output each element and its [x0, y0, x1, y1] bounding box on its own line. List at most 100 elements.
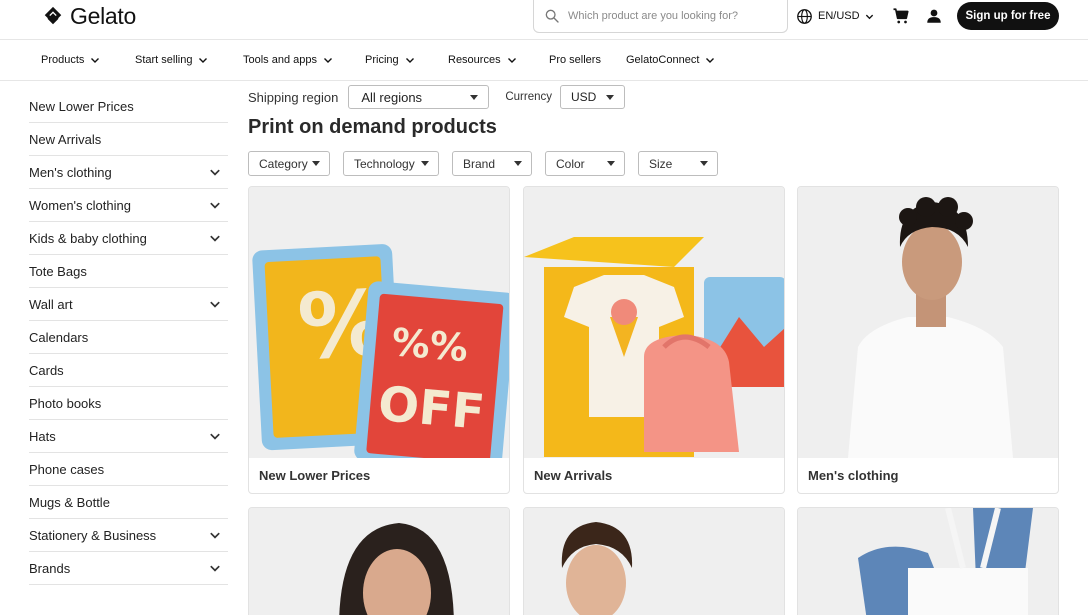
logo-text: Gelato	[70, 2, 136, 29]
caret-down-icon	[421, 161, 429, 166]
nav-item-label: Resources	[448, 54, 501, 66]
shipping-region-select[interactable]: All regions	[348, 85, 490, 109]
logo[interactable]: Gelato	[42, 2, 136, 29]
filter-label: Brand	[463, 156, 496, 171]
sidebar-item-new-lower-prices[interactable]: New Lower Prices	[29, 90, 228, 123]
product-card-new-lower-prices[interactable]: % %% OFF New Lower Prices	[248, 186, 510, 494]
top-bar: Gelato EN/USD Sign up for free	[0, 0, 1088, 40]
sidebar-item-label: Cards	[29, 362, 64, 378]
sidebar-item-hats[interactable]: Hats	[29, 420, 228, 453]
nav-item-start-selling[interactable]: Start selling	[135, 52, 208, 68]
nav-item-label: Pro sellers	[549, 54, 601, 66]
sidebar-item-new-arrivals[interactable]: New Arrivals	[29, 123, 228, 156]
filter-color[interactable]: Color	[545, 151, 625, 176]
globe-icon	[797, 8, 812, 24]
sale-frames-image: % %% OFF	[249, 187, 509, 458]
sidebar-item-photo-books[interactable]: Photo books	[29, 387, 228, 420]
sidebar-item-label: Mugs & Bottle	[29, 494, 110, 510]
search-icon	[545, 9, 559, 23]
sidebar-item-label: New Lower Prices	[29, 98, 134, 114]
sidebar-item-label: Brands	[29, 560, 71, 576]
currency-select[interactable]: USD	[560, 85, 626, 109]
svg-text:OFF: OFF	[376, 376, 487, 441]
sidebar-item-label: Phone cases	[29, 461, 105, 477]
caret-down-icon	[312, 161, 320, 166]
sidebar-item-stationery-business[interactable]: Stationery & Business	[29, 519, 228, 552]
language-selector[interactable]: EN/USD	[796, 6, 874, 26]
language-label: EN/USD	[818, 10, 860, 22]
chevron-down-icon	[324, 58, 332, 63]
sidebar-item-label: Photo books	[29, 395, 102, 411]
sidebar-item-mens-clothing[interactable]: Men's clothing	[29, 156, 228, 189]
sidebar-item-phone-cases[interactable]: Phone cases	[29, 453, 228, 486]
chevron-down-icon[interactable]	[209, 199, 221, 211]
filter-label: Color	[556, 156, 585, 171]
man-tshirt-image	[798, 187, 1058, 458]
sidebar-item-brands[interactable]: Brands	[29, 552, 228, 585]
card-caption: Men's clothing	[808, 468, 899, 483]
search-box[interactable]	[533, 0, 788, 33]
cart-icon[interactable]	[892, 7, 910, 25]
category-sidebar: New Lower Prices New Arrivals Men's clot…	[29, 90, 228, 585]
nav-item-pro-sellers[interactable]: Pro sellers	[549, 52, 601, 68]
search-input[interactable]	[568, 10, 768, 22]
shipping-region-label: Shipping region	[248, 89, 339, 105]
nav-item-label: Tools and apps	[243, 54, 317, 66]
card-caption: New Lower Prices	[259, 468, 371, 483]
chevron-down-icon[interactable]	[209, 562, 221, 574]
sidebar-item-mugs-bottle[interactable]: Mugs & Bottle	[29, 486, 228, 519]
caret-down-icon	[514, 161, 522, 166]
main-nav: Products Start selling Tools and apps Pr…	[0, 40, 1088, 81]
product-card-womens[interactable]	[248, 507, 510, 615]
filter-label: Category	[259, 156, 308, 171]
nav-item-products[interactable]: Products	[41, 52, 100, 68]
sidebar-item-label: Tote Bags	[29, 263, 87, 279]
sidebar-item-label: Stationery & Business	[29, 527, 157, 543]
chevron-down-icon	[865, 14, 873, 19]
chevron-down-icon	[507, 58, 516, 63]
nav-item-label: Pricing	[365, 54, 399, 66]
card-caption: New Arrivals	[534, 468, 613, 483]
sidebar-item-wall-art[interactable]: Wall art	[29, 288, 228, 321]
chevron-down-icon[interactable]	[209, 232, 221, 244]
box-apparel-image	[524, 187, 784, 458]
sidebar-item-label: Men's clothing	[29, 164, 112, 180]
product-card-new-arrivals[interactable]: New Arrivals	[523, 186, 785, 494]
nav-item-label: GelatoConnect	[626, 54, 700, 66]
caret-down-icon	[607, 161, 615, 166]
chevron-down-icon[interactable]	[209, 430, 221, 442]
nav-item-gelatoconnect[interactable]: GelatoConnect	[626, 52, 715, 68]
filter-size[interactable]: Size	[638, 151, 718, 176]
caret-down-icon	[700, 161, 708, 166]
sidebar-item-kids-baby-clothing[interactable]: Kids & baby clothing	[29, 222, 228, 255]
chevron-down-icon[interactable]	[209, 166, 221, 178]
filter-technology[interactable]: Technology	[343, 151, 439, 176]
filter-category[interactable]: Category	[248, 151, 330, 176]
product-card-kids[interactable]	[523, 507, 785, 615]
chevron-down-icon	[199, 58, 208, 63]
nav-item-pricing[interactable]: Pricing	[365, 52, 415, 68]
signup-button[interactable]: Sign up for free	[957, 2, 1059, 30]
woman-portrait-image	[249, 508, 509, 615]
user-icon[interactable]	[925, 7, 943, 25]
sidebar-item-cards[interactable]: Cards	[29, 354, 228, 387]
sidebar-item-womens-clothing[interactable]: Women's clothing	[29, 189, 228, 222]
nav-item-tools-and-apps[interactable]: Tools and apps	[243, 52, 333, 68]
sidebar-item-label: New Arrivals	[29, 131, 102, 147]
filter-brand[interactable]: Brand	[452, 151, 532, 176]
product-card-mens-clothing[interactable]: Men's clothing	[797, 186, 1059, 494]
chevron-down-icon	[706, 58, 715, 63]
product-card-tote-bags[interactable]	[797, 507, 1059, 615]
sidebar-item-tote-bags[interactable]: Tote Bags	[29, 255, 228, 288]
chevron-down-icon[interactable]	[209, 529, 221, 541]
filter-label: Size	[649, 156, 673, 171]
sidebar-item-calendars[interactable]: Calendars	[29, 321, 228, 354]
nav-item-resources[interactable]: Resources	[448, 52, 517, 68]
svg-text:%%: %%	[390, 320, 470, 370]
sidebar-item-label: Hats	[29, 428, 56, 444]
gelato-logo-icon	[44, 6, 62, 25]
chevron-down-icon[interactable]	[209, 298, 221, 310]
nav-item-label: Products	[41, 54, 85, 66]
currency-value: USD	[571, 90, 597, 104]
chevron-down-icon	[405, 58, 414, 63]
